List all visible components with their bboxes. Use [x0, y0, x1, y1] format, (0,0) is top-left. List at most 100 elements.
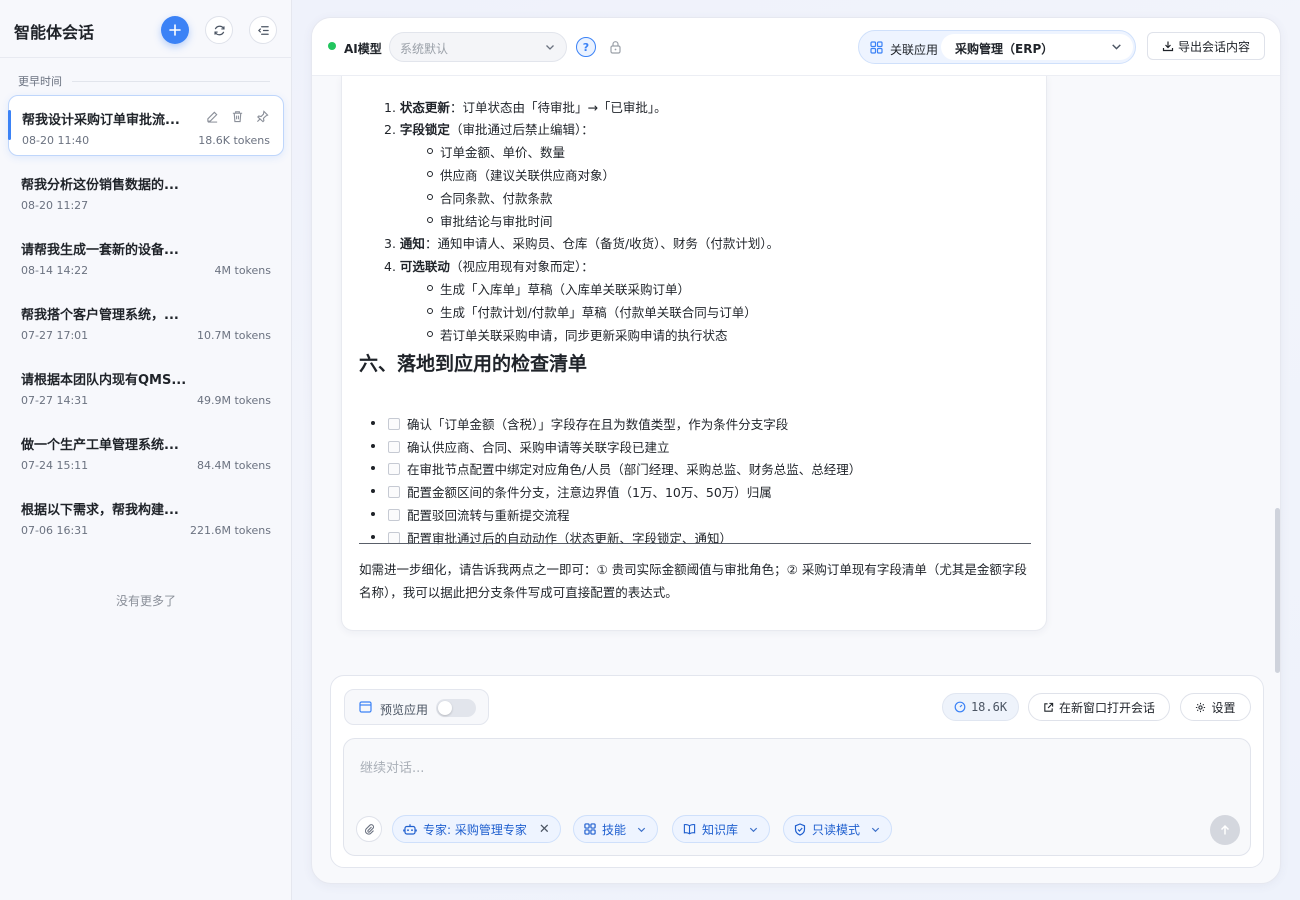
knowledge-base-dropdown[interactable]: 知识库 [672, 815, 771, 843]
conversation-title: 帮我搭个客户管理系统，... [21, 308, 179, 323]
arrow-up-icon [1220, 824, 1230, 835]
item-bold: 状态更新 [399, 100, 450, 115]
conversation-title: 帮我设计采购订单审批流... [22, 113, 180, 128]
conversation-title: 根据以下需求，帮我构建... [21, 503, 179, 518]
sub-item: 审批结论与审批时间 [427, 211, 553, 230]
scrollbar[interactable] [1275, 508, 1280, 673]
grid-icon [870, 41, 883, 54]
new-chat-button[interactable] [161, 16, 189, 44]
item-number: 1. [384, 100, 396, 115]
section-heading: 六、落地到应用的检查清单 [359, 353, 588, 375]
lock-icon[interactable] [609, 40, 622, 54]
conversation-date: 07-27 14:31 [21, 394, 89, 407]
conversation-item[interactable]: 请根据本团队内现有QMS... 07-27 14:31 49.9M tokens [8, 355, 284, 420]
conversation-tokens: 10.7M tokens [197, 329, 271, 342]
divider [359, 543, 1031, 544]
checklist-text: 在审批节点配置中绑定对应角色/人员（部门经理、采购总监、财务总监、总经理） [407, 462, 862, 477]
chevron-down-icon [1112, 44, 1121, 50]
conversation-tokens: 4M tokens [214, 264, 271, 277]
item-number: 3. [384, 236, 396, 251]
checkbox[interactable] [388, 417, 400, 430]
settings-label: 设置 [1211, 700, 1236, 715]
export-button[interactable]: 导出会话内容 [1147, 32, 1265, 60]
checkbox[interactable] [388, 440, 400, 453]
item-bold: 字段锁定 [399, 122, 450, 137]
linked-app-label: 关联应用 [890, 43, 939, 57]
checkbox[interactable] [388, 485, 400, 498]
conversation-list: 帮我设计采购订单审批流... 08-20 11:40 18.6K tokens … [8, 95, 284, 550]
shield-icon [794, 822, 806, 836]
sidebar-header: 智能体会话 [0, 0, 292, 58]
close-icon[interactable]: ✕ [539, 822, 550, 837]
open-new-window-button[interactable]: 在新窗口打开会话 [1028, 693, 1170, 721]
conversation-tokens: 49.9M tokens [197, 394, 271, 407]
refresh-button[interactable] [205, 16, 233, 44]
token-count-badge: 18.6K [942, 693, 1019, 721]
gauge-icon [954, 701, 966, 713]
settings-button[interactable]: 设置 [1180, 693, 1251, 721]
ordered-item: 2. 字段锁定（审批通过后禁止编辑）： [384, 119, 594, 138]
conversation-title: 帮我分析这份销售数据的... [21, 178, 179, 193]
collapse-sidebar-button[interactable] [249, 16, 277, 44]
conversation-item[interactable]: 帮我设计采购订单审批流... 08-20 11:40 18.6K tokens [8, 95, 284, 156]
conversation-date: 07-06 16:31 [21, 524, 89, 537]
attach-button[interactable] [356, 816, 382, 842]
sub-item: 若订单关联采购申请，同步更新采购申请的执行状态 [427, 325, 728, 344]
grid-icon [584, 823, 596, 835]
send-button[interactable] [1210, 815, 1240, 845]
item-bold: 可选联动 [399, 259, 450, 274]
conversation-item[interactable]: 根据以下需求，帮我构建... 07-06 16:31 221.6M tokens [8, 485, 284, 550]
composer: 预览应用 18.6K 在新窗口打开会话 设置 继续对话... 专家: 采购管理专… [330, 675, 1264, 868]
edit-icon[interactable] [206, 110, 219, 123]
refresh-icon [213, 25, 225, 35]
message-input[interactable]: 继续对话... 专家: 采购管理专家 ✕ 技能 知识库 只读模式 [343, 738, 1251, 856]
conversation-title: 做一个生产工单管理系统... [21, 438, 179, 453]
assistant-message: 1. 状态更新：订单状态由「待审批」→「已审批」。 2. 字段锁定（审批通过后禁… [341, 76, 1047, 631]
pin-icon[interactable] [256, 110, 269, 123]
conversation-tokens: 18.6K tokens [198, 134, 270, 147]
chevron-down-icon [546, 45, 554, 50]
model-select[interactable]: 系统默认 [389, 32, 567, 62]
knowledge-base-label: 知识库 [702, 822, 739, 837]
checkbox[interactable] [388, 531, 400, 544]
item-number: 4. [384, 259, 396, 274]
conversation-item[interactable]: 帮我搭个客户管理系统，... 07-27 17:01 10.7M tokens [8, 290, 284, 355]
book-icon [683, 823, 696, 835]
token-count: 18.6K [970, 700, 1008, 714]
checklist-text: 确认「订单金额（含税）」字段存在且为数值类型，作为条件分支字段 [407, 417, 789, 432]
section-label: 更早时间 [18, 73, 270, 89]
download-icon [1162, 41, 1174, 52]
collapse-icon [257, 25, 269, 35]
status-dot [328, 42, 336, 50]
checkbox[interactable] [388, 508, 400, 521]
sub-item: 供应商（建议关联供应商对象） [426, 165, 615, 184]
checklist-item: 配置金额区间的条件分支，注意边界值（1万、10万、50万）归属 [371, 482, 772, 501]
model-select-value: 系统默认 [400, 42, 449, 56]
top-bar: AI模型 系统默认 ? 关联应用 采购管理（ERP） 导出会话内容 [312, 18, 1280, 76]
preview-app-toggle-group[interactable]: 预览应用 [344, 689, 489, 725]
conversation-date: 08-20 11:27 [21, 199, 89, 212]
expert-chip-label: 专家: 采购管理专家 [423, 822, 527, 837]
item-text: （视应用现有对象而定）： [449, 259, 594, 274]
ordered-item: 1. 状态更新：订单状态由「待审批」→「已审批」。 [384, 97, 667, 116]
checkbox[interactable] [388, 462, 400, 475]
skills-dropdown[interactable]: 技能 [573, 815, 659, 843]
item-number: 2. [384, 122, 396, 137]
expert-chip[interactable]: 专家: 采购管理专家 ✕ [392, 815, 561, 843]
conversation-item[interactable]: 请帮我生成一套新的设备... 08-14 14:22 4M tokens [8, 225, 284, 290]
item-bold: 通知 [399, 236, 425, 251]
checklist-item: 确认「订单金额（含税）」字段存在且为数值类型，作为条件分支字段 [370, 414, 789, 433]
paperclip-icon [364, 824, 375, 835]
conversation-item[interactable]: 做一个生产工单管理系统... 07-24 15:11 84.4M tokens [8, 420, 284, 485]
sidebar-title: 智能体会话 [14, 23, 95, 42]
linked-app-select[interactable]: 关联应用 采购管理（ERP） [858, 30, 1136, 64]
robot-icon [403, 823, 417, 835]
read-only-mode-dropdown[interactable]: 只读模式 [783, 815, 893, 843]
checklist-text: 确认供应商、合同、采购申请等关联字段已建立 [407, 440, 670, 455]
delete-icon[interactable] [231, 110, 244, 123]
preview-app-label: 预览应用 [380, 703, 429, 717]
linked-app-value-box[interactable]: 采购管理（ERP） [941, 34, 1133, 60]
preview-app-toggle[interactable] [436, 699, 476, 717]
help-icon[interactable]: ? [576, 37, 596, 57]
conversation-item[interactable]: 帮我分析这份销售数据的... 08-20 11:27 [8, 160, 284, 225]
